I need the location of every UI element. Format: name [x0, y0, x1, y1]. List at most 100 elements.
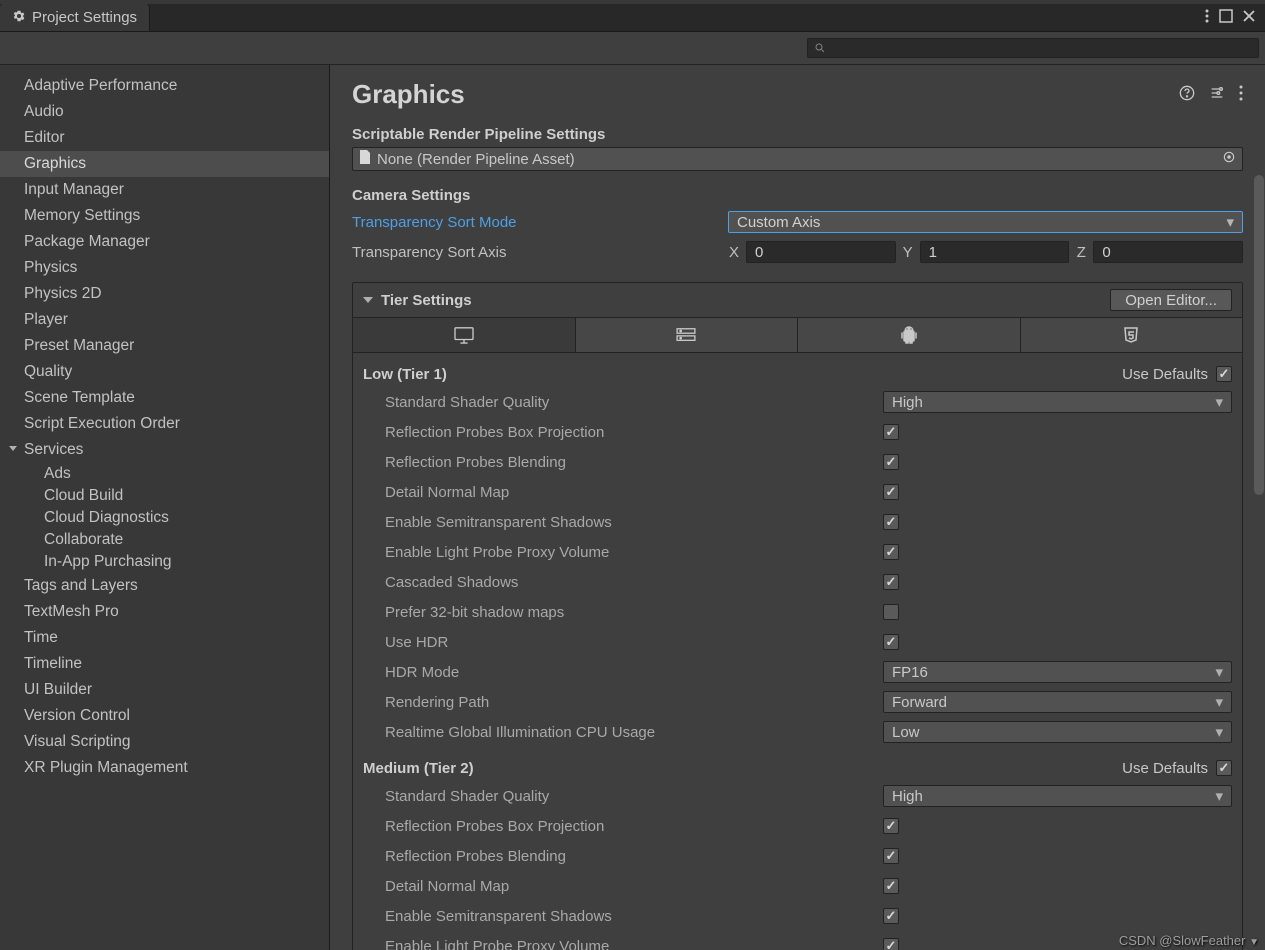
sort-mode-dropdown[interactable]: Custom Axis ▾: [728, 211, 1243, 233]
chevron-down-icon: ▾: [1215, 393, 1223, 411]
sidebar-item-quality[interactable]: Quality: [0, 359, 329, 385]
prop-checkbox[interactable]: [883, 424, 899, 440]
prop-label: Enable Semitransparent Shadows: [385, 908, 883, 925]
tab-server[interactable]: [576, 318, 799, 352]
sidebar-item-package-manager[interactable]: Package Manager: [0, 229, 329, 255]
sidebar-item-audio[interactable]: Audio: [0, 99, 329, 125]
sidebar-item-adaptive-performance[interactable]: Adaptive Performance: [0, 73, 329, 99]
prop-checkbox[interactable]: [883, 938, 899, 950]
sidebar-item-script-execution-order[interactable]: Script Execution Order: [0, 411, 329, 437]
main-panel: Graphics Scriptable Render Pipeline Sett…: [330, 65, 1265, 950]
prop-checkbox[interactable]: [883, 574, 899, 590]
chevron-down-icon: ▾: [1215, 787, 1223, 805]
prop-dropdown[interactable]: High▾: [883, 391, 1232, 413]
axis-x-label: X: [728, 244, 740, 261]
sidebar-item-version-control[interactable]: Version Control: [0, 703, 329, 729]
tier-group-header: Medium (Tier 2)Use Defaults: [363, 755, 1232, 781]
menu-dots-icon[interactable]: [1205, 9, 1209, 27]
sidebar-item-input-manager[interactable]: Input Manager: [0, 177, 329, 203]
chevron-down-icon: ▾: [1215, 663, 1223, 681]
gear-icon: [12, 9, 26, 27]
sidebar-item-timeline[interactable]: Timeline: [0, 651, 329, 677]
sidebar-item-textmesh-pro[interactable]: TextMesh Pro: [0, 599, 329, 625]
use-defaults-checkbox[interactable]: [1216, 760, 1232, 776]
chevron-down-icon: ▾: [1215, 693, 1223, 711]
search-input[interactable]: [807, 38, 1259, 58]
prop-label: Cascaded Shadows: [385, 574, 883, 591]
prop-label: Detail Normal Map: [385, 484, 883, 501]
asset-icon: [359, 150, 371, 168]
sidebar-item-collaborate[interactable]: Collaborate: [0, 529, 329, 551]
tier-settings-box: Tier Settings Open Editor...: [352, 282, 1243, 950]
sidebar-item-physics-2d[interactable]: Physics 2D: [0, 281, 329, 307]
tab-standalone[interactable]: [353, 318, 576, 352]
help-icon[interactable]: [1179, 85, 1195, 105]
prop-checkbox[interactable]: [883, 454, 899, 470]
sidebar-item-cloud-build[interactable]: Cloud Build: [0, 485, 329, 507]
prop-checkbox[interactable]: [883, 848, 899, 864]
menu-dots-icon[interactable]: [1239, 85, 1243, 105]
prop-dropdown[interactable]: Forward▾: [883, 691, 1232, 713]
open-editor-button[interactable]: Open Editor...: [1110, 289, 1232, 311]
prop-checkbox[interactable]: [883, 514, 899, 530]
sidebar-item-physics[interactable]: Physics: [0, 255, 329, 281]
sidebar-item-preset-manager[interactable]: Preset Manager: [0, 333, 329, 359]
maximize-icon[interactable]: [1219, 9, 1233, 27]
prop-checkbox[interactable]: [883, 634, 899, 650]
object-picker-icon[interactable]: [1222, 150, 1236, 168]
sidebar-item-xr-plugin-management[interactable]: XR Plugin Management: [0, 755, 329, 781]
scrollbar[interactable]: [1254, 175, 1264, 495]
prop-checkbox[interactable]: [883, 878, 899, 894]
tier-group-title: Low (Tier 1): [363, 366, 447, 383]
prop-label: Reflection Probes Box Projection: [385, 424, 883, 441]
sort-mode-label: Transparency Sort Mode: [352, 214, 728, 231]
page-title: Graphics: [352, 79, 1179, 110]
project-settings-tab[interactable]: Project Settings: [0, 4, 150, 31]
axis-z-input[interactable]: 0: [1093, 241, 1243, 263]
prop-checkbox[interactable]: [883, 818, 899, 834]
tab-webgl[interactable]: [1021, 318, 1243, 352]
srp-asset-field[interactable]: None (Render Pipeline Asset): [352, 147, 1243, 171]
prop-dropdown[interactable]: Low▾: [883, 721, 1232, 743]
camera-heading: Camera Settings: [352, 187, 1243, 204]
prop-label: Use HDR: [385, 634, 883, 651]
sidebar-item-tags-and-layers[interactable]: Tags and Layers: [0, 573, 329, 599]
foldout-icon[interactable]: [363, 292, 373, 309]
sidebar-item-in-app-purchasing[interactable]: In-App Purchasing: [0, 551, 329, 573]
axis-y-input[interactable]: 1: [920, 241, 1070, 263]
prop-checkbox[interactable]: [883, 484, 899, 500]
close-icon[interactable]: [1243, 9, 1255, 26]
srp-asset-value: None (Render Pipeline Asset): [377, 151, 575, 168]
sidebar-item-cloud-diagnostics[interactable]: Cloud Diagnostics: [0, 507, 329, 529]
chevron-down-icon: ▾: [1226, 213, 1234, 231]
prop-label: Enable Light Probe Proxy Volume: [385, 544, 883, 561]
sidebar-item-ui-builder[interactable]: UI Builder: [0, 677, 329, 703]
sidebar-item-graphics[interactable]: Graphics: [0, 151, 329, 177]
sidebar-item-memory-settings[interactable]: Memory Settings: [0, 203, 329, 229]
sidebar-item-scene-template[interactable]: Scene Template: [0, 385, 329, 411]
sidebar-item-ads[interactable]: Ads: [0, 463, 329, 485]
tier-group-header: Low (Tier 1)Use Defaults: [363, 361, 1232, 387]
sidebar-item-services[interactable]: Services: [0, 437, 329, 463]
prop-checkbox[interactable]: [883, 908, 899, 924]
sort-axis-label: Transparency Sort Axis: [352, 244, 728, 261]
use-defaults-checkbox[interactable]: [1216, 366, 1232, 382]
tier-heading: Tier Settings: [381, 292, 1110, 309]
axis-x-input[interactable]: 0: [746, 241, 896, 263]
axis-y-label: Y: [902, 244, 914, 261]
prop-checkbox[interactable]: [883, 604, 899, 620]
sidebar-item-editor[interactable]: Editor: [0, 125, 329, 151]
prop-dropdown[interactable]: High▾: [883, 785, 1232, 807]
settings-sliders-icon[interactable]: [1209, 85, 1225, 105]
prop-label: Standard Shader Quality: [385, 394, 883, 411]
sidebar-item-time[interactable]: Time: [0, 625, 329, 651]
prop-label: Enable Light Probe Proxy Volume: [385, 938, 883, 950]
prop-label: Standard Shader Quality: [385, 788, 883, 805]
sidebar-item-visual-scripting[interactable]: Visual Scripting: [0, 729, 329, 755]
prop-dropdown[interactable]: FP16▾: [883, 661, 1232, 683]
tab-android[interactable]: [798, 318, 1021, 352]
srp-heading: Scriptable Render Pipeline Settings: [352, 126, 1243, 143]
sidebar-item-player[interactable]: Player: [0, 307, 329, 333]
prop-checkbox[interactable]: [883, 544, 899, 560]
prop-label: Reflection Probes Blending: [385, 454, 883, 471]
